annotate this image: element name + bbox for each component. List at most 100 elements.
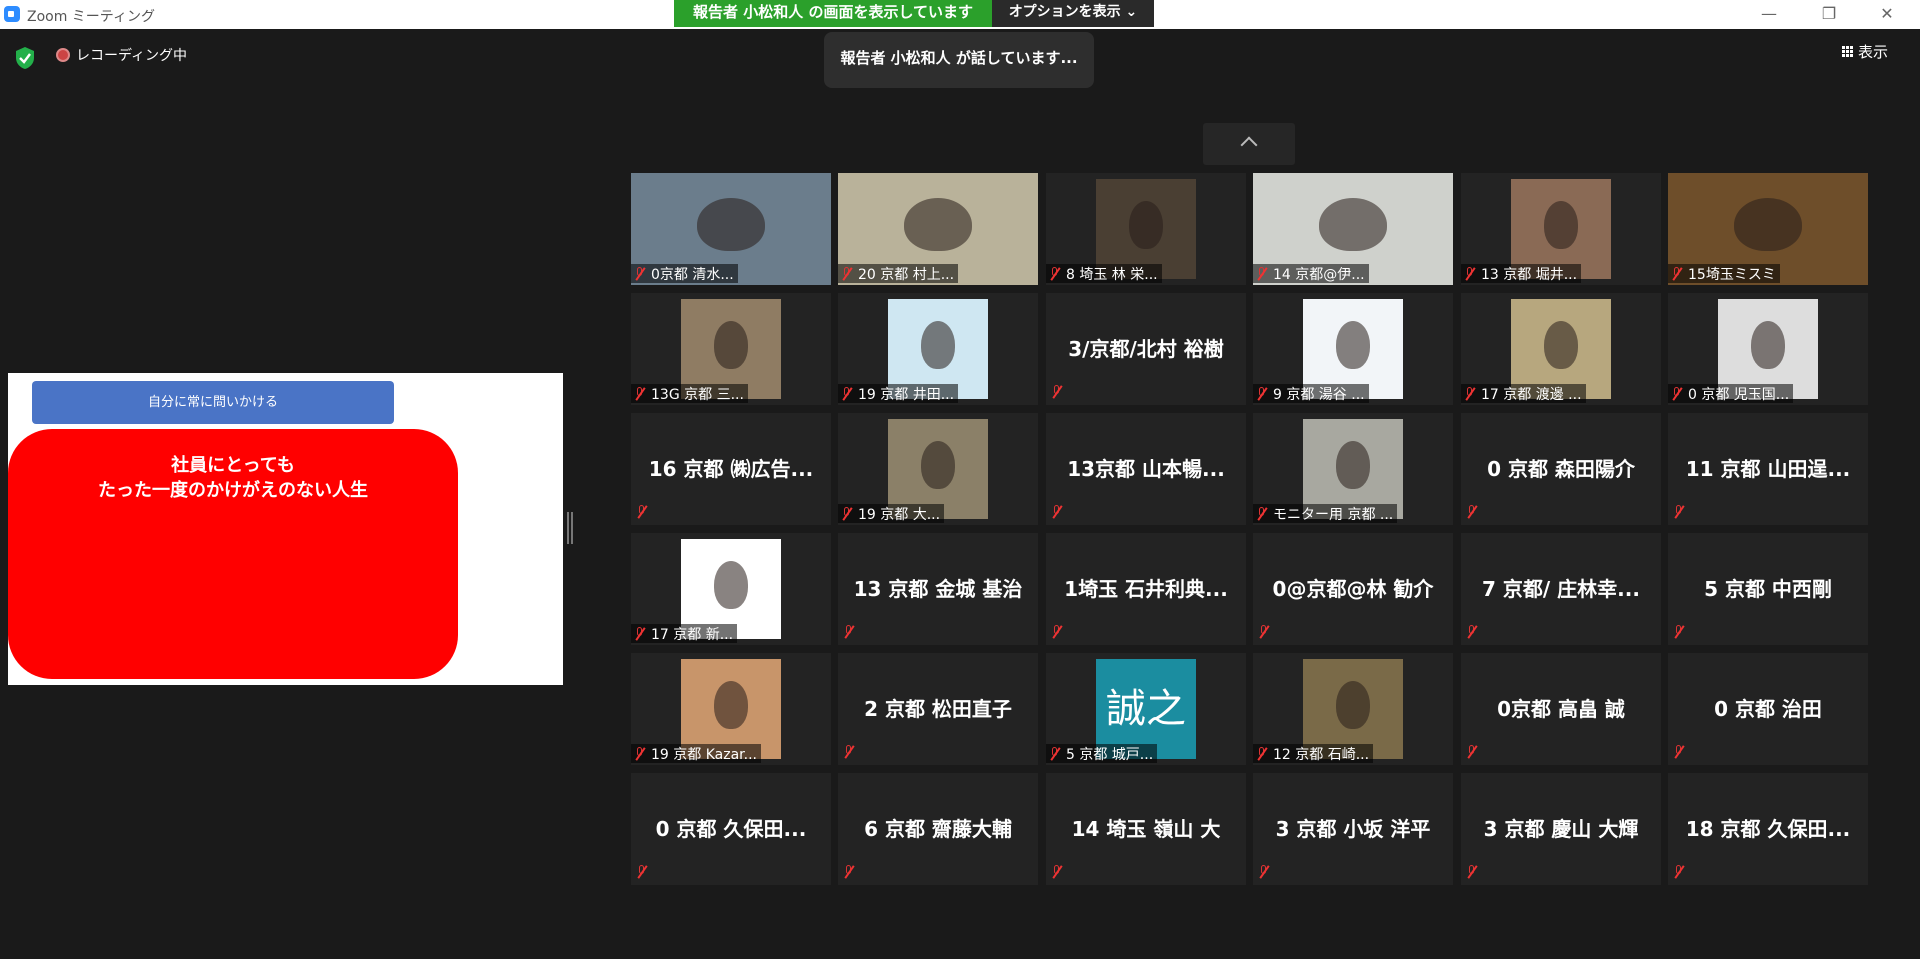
participant-tile[interactable]: 0 京都 森田陽介 [1461,413,1661,525]
participant-name: 16 京都 ㈱広告... [648,457,814,481]
muted-mic-icon [1465,745,1478,758]
minimize-button[interactable]: — [1746,0,1792,29]
participant-name: 0 京都 治田 [1714,697,1822,721]
recording-indicator[interactable]: レコーディング中 [56,45,187,65]
muted-mic-icon [1670,387,1683,400]
participant-name-caption: モニター用 京都 ... [1253,504,1398,523]
participant-tile[interactable]: 0 京都 児玉国... [1668,293,1868,405]
participant-tile[interactable]: 17 京都 渡邊 ... [1461,293,1661,405]
encryption-shield-icon[interactable] [14,46,36,70]
participant-tile[interactable]: 9 京都 湯谷 ... [1253,293,1453,405]
participant-tile[interactable]: 14 京都@伊... [1253,173,1453,285]
person-silhouette [1319,197,1387,252]
participant-name-caption: 13G 京都 三... [631,384,748,403]
participant-tile[interactable]: 19 京都 井田... [838,293,1038,405]
participant-name: 5 京都 中西剛 [1704,577,1832,601]
person-silhouette [1751,321,1785,369]
participant-tile[interactable]: 0京都 清水... [631,173,831,285]
participant-tile[interactable]: 3 京都 小坂 洋平 [1253,773,1453,885]
participant-tile[interactable]: 誠之 5 京都 城戸... [1046,653,1246,765]
muted-mic-icon [840,387,853,400]
participant-name: 11 京都 山田逞... [1685,457,1851,481]
person-silhouette [1544,321,1578,369]
participant-tile[interactable]: 5 京都 中西剛 [1668,533,1868,645]
muted-mic-icon [840,267,853,280]
participant-name-caption: 19 京都 Kazar... [631,744,761,763]
participant-name-caption: 15埼玉ミスミ [1668,264,1780,283]
slide-message: 社員にとっても たった一度のかけがえのない人生 [8,453,458,503]
restore-button[interactable]: ❐ [1806,0,1852,29]
participant-name: 17 京都 渡邊 ... [1481,386,1582,403]
participant-name: 0 京都 森田陽介 [1487,457,1635,481]
participant-tile[interactable]: 20 京都 村上... [838,173,1038,285]
participant-tile[interactable]: 13 京都 金城 基治 [838,533,1038,645]
title-bar: Zoom ミーティング 報告者 小松和人 の画面を表示しています オプションを表… [0,0,1920,29]
zoom-app-icon [4,6,20,22]
participant-name: 3 京都 慶山 大輝 [1483,817,1639,841]
participant-tile[interactable]: 1埼玉 石井利典... [1046,533,1246,645]
participant-name: 14 埼玉 嶺山 大 [1071,817,1221,841]
person-silhouette [1336,681,1370,729]
participant-tile[interactable]: 13京都 山本暢... [1046,413,1246,525]
person-silhouette [921,321,955,369]
participant-tile[interactable]: 7 京都/ 庄林幸... [1461,533,1661,645]
muted-mic-icon [1050,385,1063,398]
participant-tile[interactable]: 12 京都 石崎... [1253,653,1453,765]
participant-tile[interactable]: 15埼玉ミスミ [1668,173,1868,285]
muted-mic-icon [1463,387,1476,400]
participant-name: 0 京都 久保田... [655,817,807,841]
muted-mic-icon [1048,267,1061,280]
participant-name: 1埼玉 石井利典... [1064,577,1228,601]
muted-mic-icon [840,507,853,520]
participant-tile[interactable]: 0 京都 久保田... [631,773,831,885]
muted-mic-icon [1255,747,1268,760]
person-silhouette [904,197,972,252]
participant-name: 0 京都 児玉国... [1688,386,1790,403]
muted-mic-icon [1672,745,1685,758]
participant-tile[interactable]: 19 京都 大... [838,413,1038,525]
participant-tile[interactable]: 0京都 高畠 誠 [1461,653,1661,765]
participant-tile[interactable]: 2 京都 松田直子 [838,653,1038,765]
participant-tile[interactable]: 3 京都 慶山 大輝 [1461,773,1661,885]
view-options-button[interactable]: オプションを表示 ⌄ [992,0,1154,27]
participant-name: 3/京都/北村 裕樹 [1068,337,1224,361]
participant-tile[interactable]: 16 京都 ㈱広告... [631,413,831,525]
participant-tile[interactable]: 14 埼玉 嶺山 大 [1046,773,1246,885]
participant-tile[interactable]: 0@京都@林 勧介 [1253,533,1453,645]
muted-mic-icon [842,625,855,638]
gallery-page-up-button[interactable] [1203,123,1295,165]
participant-name: 17 京都 新... [651,626,734,643]
muted-mic-icon [635,865,648,878]
participant-tile[interactable]: 11 京都 山田逞... [1668,413,1868,525]
participant-tile[interactable]: 13G 京都 三... [631,293,831,405]
person-silhouette [1734,197,1802,252]
participant-name-caption: 5 京都 城戸... [1046,744,1158,763]
muted-mic-icon [1257,625,1270,638]
participant-tile[interactable]: 13 京都 堀井... [1461,173,1661,285]
muted-mic-icon [842,745,855,758]
muted-mic-icon [633,387,646,400]
muted-mic-icon [842,865,855,878]
muted-mic-icon [1672,625,1685,638]
participant-name: 6 京都 齋藤大輔 [864,817,1012,841]
participant-tile[interactable]: 8 埼玉 林 栄... [1046,173,1246,285]
participant-tile[interactable]: 0 京都 治田 [1668,653,1868,765]
participant-name: 0京都 清水... [651,266,734,283]
recording-label: レコーディング中 [76,48,188,64]
participant-name: 20 京都 村上... [858,266,955,283]
slide-heading-box: 自分に常に問いかける [32,381,394,424]
participant-name: 13 京都 金城 基治 [853,577,1023,601]
participant-name-caption: 17 京都 渡邊 ... [1461,384,1586,403]
pane-splitter-handle[interactable] [567,512,573,544]
participant-tile[interactable]: 3/京都/北村 裕樹 [1046,293,1246,405]
participant-tile[interactable]: 6 京都 齋藤大輔 [838,773,1038,885]
participant-tile[interactable]: モニター用 京都 ... [1253,413,1453,525]
view-button[interactable]: 表示 [1842,41,1888,62]
participant-name: 13京都 山本暢... [1067,457,1225,481]
participant-tile[interactable]: 17 京都 新... [631,533,831,645]
participant-name-caption: 20 京都 村上... [838,264,959,283]
participant-tile[interactable]: 18 京都 久保田... [1668,773,1868,885]
muted-mic-icon [1050,865,1063,878]
participant-tile[interactable]: 19 京都 Kazar... [631,653,831,765]
close-button[interactable]: ✕ [1864,0,1910,29]
